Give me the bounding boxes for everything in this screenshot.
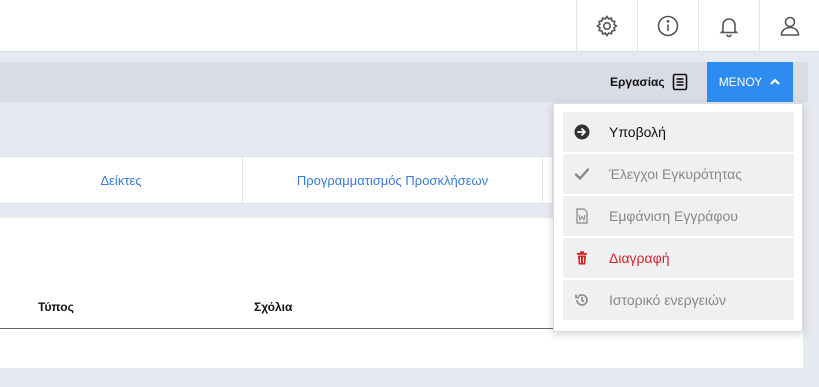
menu-item-validation-checks[interactable]: Έλεγχοι Εγκυρότητας [563,154,794,194]
info-icon [657,15,679,37]
menu-item-label: Διαγραφή [609,250,670,266]
check-icon [573,165,591,183]
menu-button-label: ΜΕΝΟΥ [718,75,763,89]
column-header-type[interactable]: Τύπος [38,300,74,314]
menu-item-label: Ιστορικό ενεργειών [609,292,726,308]
menu-button[interactable]: ΜΕΝΟΥ [707,62,793,102]
gear-icon [596,15,618,37]
menu-item-label: Έλεγχοι Εγκυρότητας [609,166,743,182]
tasks-button[interactable]: Εργασίας [610,62,689,102]
word-document-icon [573,207,591,225]
menu-item-label: Υποβολή [609,124,666,140]
bell-icon [719,18,739,38]
tasks-label: Εργασίας [610,75,665,89]
table-header-divider [0,328,556,329]
menu-item-label: Εμφάνιση Εγγράφου [609,208,738,224]
info-button[interactable] [637,0,698,52]
top-header [0,0,819,52]
tab-indicators[interactable]: Δείκτες [0,157,243,203]
tab-call-scheduling[interactable]: Προγραμματισμός Προσκλήσεων [243,157,543,203]
arrow-circle-right-icon [573,123,591,141]
menu-item-action-history[interactable]: Ιστορικό ενεργειών [563,280,794,320]
settings-button[interactable] [576,0,637,52]
actions-dropdown-menu: Υποβολή Έλεγχοι Εγκυρότητας Εμφάνιση Εγγ… [553,103,803,332]
user-button[interactable] [759,0,819,52]
column-header-comments[interactable]: Σχόλια [254,300,292,314]
tabs-row: Δείκτες Προγραμματισμός Προσκλήσεων [0,156,552,204]
user-icon [780,16,799,36]
menu-item-show-document[interactable]: Εμφάνιση Εγγράφου [563,196,794,236]
list-document-icon [672,73,687,91]
menu-item-delete[interactable]: Διαγραφή [563,238,794,278]
trash-icon [573,249,591,267]
chevron-up-icon [770,78,781,85]
menu-item-submit[interactable]: Υποβολή [563,112,794,152]
history-icon [573,291,591,309]
notifications-button[interactable] [698,0,759,52]
